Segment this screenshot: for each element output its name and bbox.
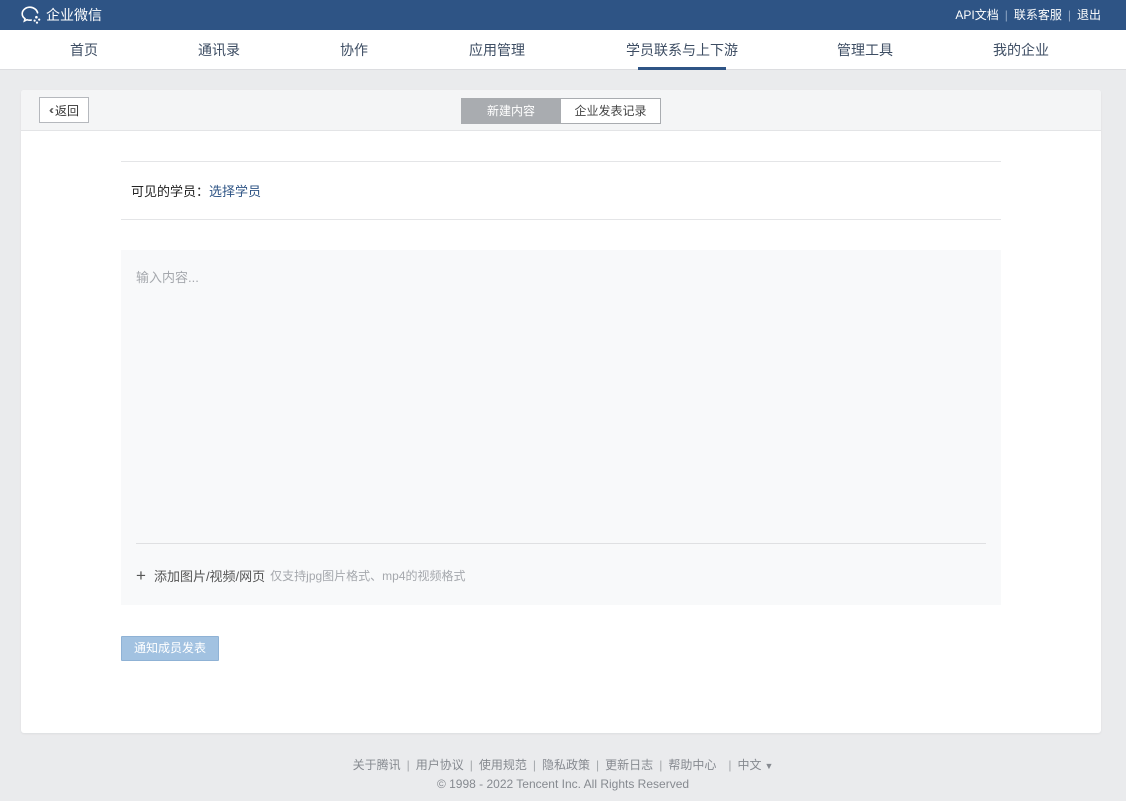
language-label: 中文 — [737, 758, 762, 772]
divider — [121, 219, 1001, 220]
api-docs-link[interactable]: API文档 — [955, 6, 998, 23]
content-tabs: 新建内容 企业发表记录 — [461, 98, 661, 124]
divider — [121, 161, 1001, 162]
attach-media-row: + 添加图片/视频/网页 仅支持jpg图片格式、mp4的视频格式 — [136, 566, 466, 585]
footer-links: 关于腾讯 | 用户协议 | 使用规范 | 隐私政策 | 更新日志 | 帮助中心 | 中文 ▼ — [0, 756, 1126, 773]
footer-link-agreement[interactable]: 用户协议 — [416, 758, 464, 772]
caret-down-icon: ▼ — [764, 761, 774, 771]
separator: | — [1004, 7, 1008, 22]
content-editor: + 添加图片/视频/网页 仅支持jpg图片格式、mp4的视频格式 — [121, 250, 1001, 605]
content-input[interactable] — [136, 267, 986, 537]
editor-divider — [136, 543, 986, 544]
logout-link[interactable]: 退出 — [1077, 6, 1101, 23]
separator: | — [406, 758, 410, 772]
nav-item-apps[interactable]: 应用管理 — [469, 30, 525, 70]
wework-logo-icon — [20, 5, 42, 25]
separator: | — [596, 758, 600, 772]
add-media-button[interactable]: 添加图片/视频/网页 — [154, 566, 265, 585]
tab-new-content[interactable]: 新建内容 — [461, 98, 561, 124]
content-panel: ‹‹ 返回 新建内容 企业发表记录 可见的学员：选择学员 + 添加图片/视频/网… — [21, 90, 1101, 733]
nav-item-collaboration[interactable]: 协作 — [340, 30, 368, 70]
separator: | — [532, 758, 537, 772]
panel-header: ‹‹ 返回 新建内容 企业发表记录 — [21, 90, 1101, 131]
visible-students-label: 可见的学员： — [131, 184, 210, 199]
back-label: 返回 — [54, 103, 79, 118]
select-students-link[interactable]: 选择学员 — [209, 184, 261, 199]
plus-icon[interactable]: + — [136, 567, 146, 584]
attach-format-hint: 仅支持jpg图片格式、mp4的视频格式 — [270, 569, 466, 583]
copyright: © 1998 - 2022 Tencent Inc. All Rights Re… — [436, 777, 690, 791]
separator: | — [659, 758, 663, 772]
top-links: API文档 | 联系客服 | 退出 — [955, 6, 1101, 23]
nav-item-tools[interactable]: 管理工具 — [837, 30, 893, 70]
nav-item-my-company[interactable]: 我的企业 — [993, 30, 1049, 70]
footer-link-about[interactable]: 关于腾讯 — [353, 758, 401, 772]
footer-link-privacy[interactable]: 隐私政策 — [542, 758, 590, 772]
double-chevron-left-icon: ‹‹ — [48, 103, 54, 117]
back-button[interactable]: ‹‹ 返回 — [39, 97, 89, 123]
notify-members-button[interactable]: 通知成员发表 — [121, 636, 219, 661]
footer-link-changelog[interactable]: 更新日志 — [605, 758, 653, 772]
top-bar: 企业微信 API文档 | 联系客服 | 退出 — [0, 0, 1126, 30]
nav-item-students-upstream[interactable]: 学员联系与上下游 — [626, 30, 738, 70]
footer-link-help[interactable]: 帮助中心 — [668, 758, 716, 772]
app-title: 企业微信 — [46, 7, 102, 23]
separator: | — [1067, 7, 1071, 22]
support-link[interactable]: 联系客服 — [1014, 6, 1062, 23]
footer-link-rules[interactable]: 使用规范 — [479, 758, 527, 772]
nav-item-contacts[interactable]: 通讯录 — [198, 30, 240, 70]
separator: | — [728, 758, 732, 772]
tab-publish-records[interactable]: 企业发表记录 — [561, 98, 661, 124]
app-logo[interactable]: 企业微信 — [20, 5, 102, 25]
separator: | — [469, 758, 473, 772]
language-selector[interactable]: 中文 ▼ — [737, 758, 773, 772]
nav-item-home[interactable]: 首页 — [70, 30, 98, 70]
visible-students-row: 可见的学员：选择学员 — [131, 181, 261, 200]
main-nav: 首页 通讯录 协作 应用管理 学员联系与上下游 管理工具 我的企业 — [0, 30, 1126, 70]
